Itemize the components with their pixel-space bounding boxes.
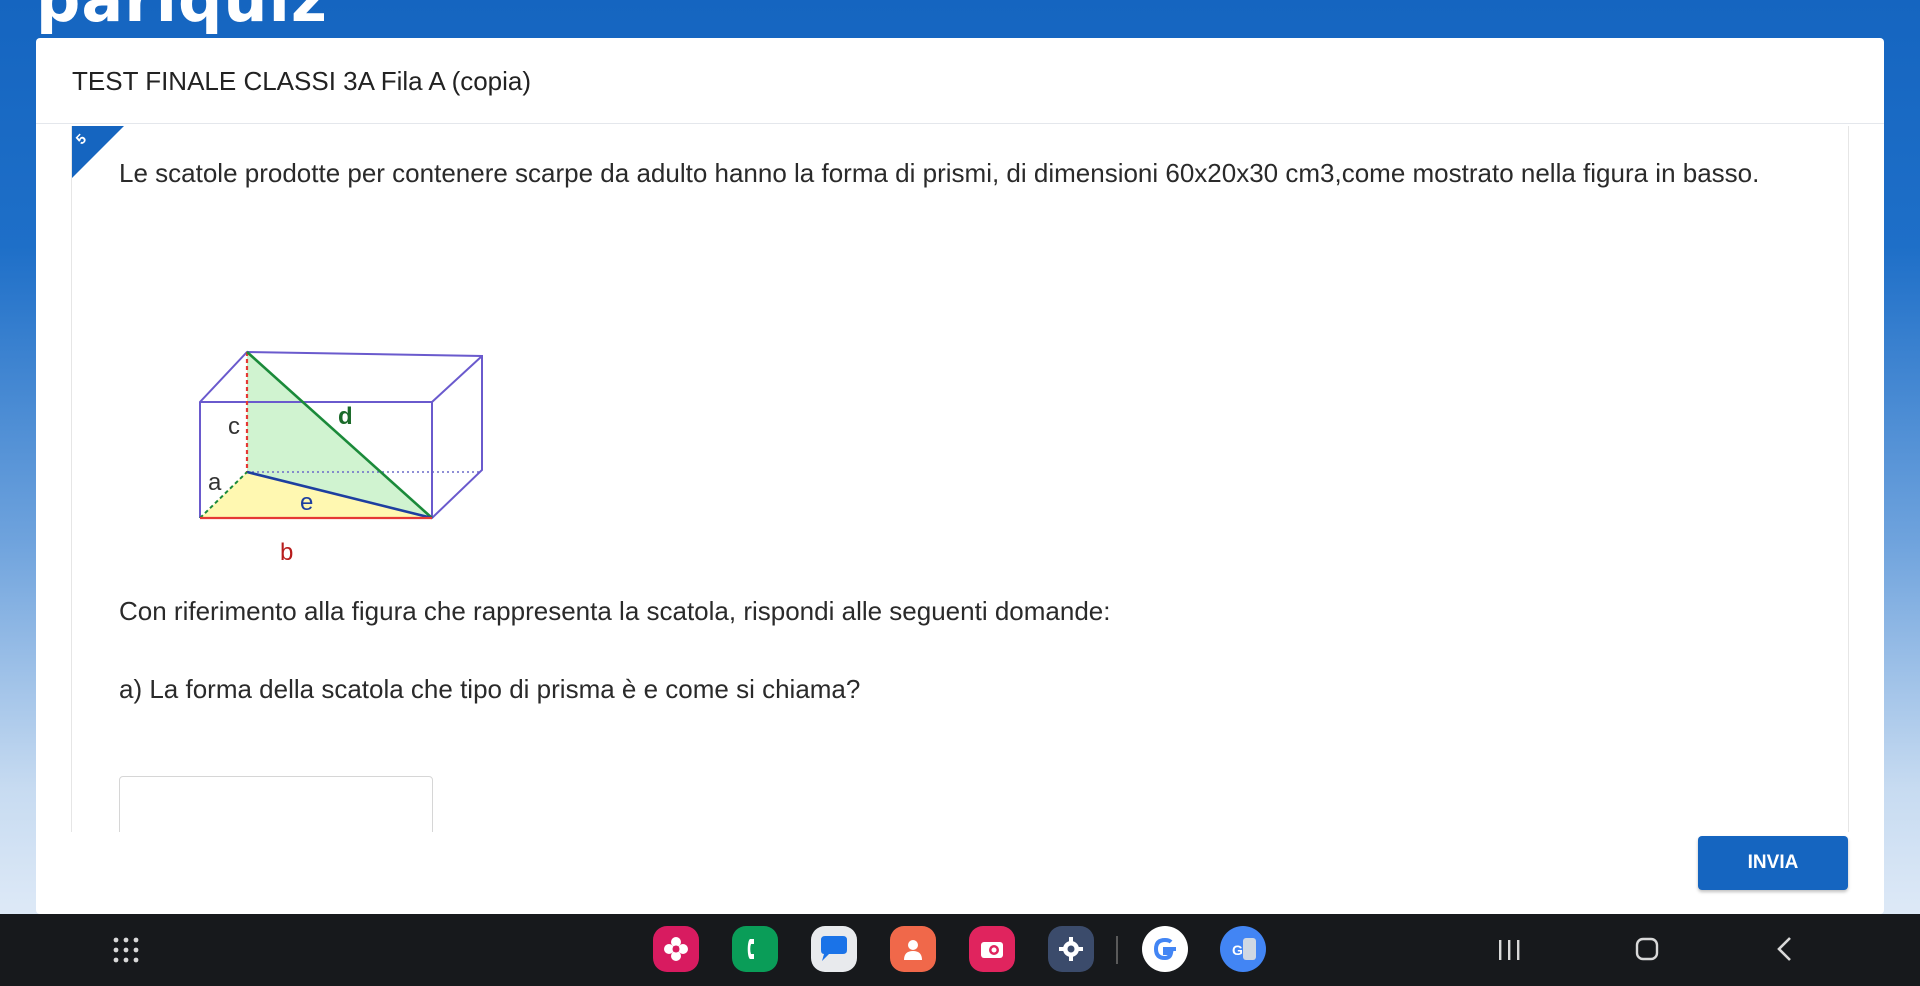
submit-button[interactable]: INVIA [1698, 836, 1848, 890]
contacts-icon[interactable] [890, 926, 936, 972]
quiz-card: TEST FINALE CLASSI 3A Fila A (copia) 5 L… [36, 38, 1884, 914]
messages-icon[interactable] [811, 926, 857, 972]
label-b: b [280, 539, 293, 566]
label-d: d [338, 403, 353, 430]
settings-icon[interactable] [1048, 926, 1094, 972]
taskbar-divider [1116, 936, 1118, 964]
prism-figure: c d a e b [199, 350, 483, 566]
label-a: a [208, 469, 222, 496]
recent-apps-icon[interactable] [1496, 938, 1522, 962]
android-taskbar: G [0, 914, 1920, 986]
question-panel[interactable]: 5 Le scatole prodotte per contenere scar… [71, 126, 1849, 832]
flower-app-icon[interactable] [653, 926, 699, 972]
label-c: c [228, 413, 240, 440]
label-e: e [300, 489, 313, 516]
app-logo: pariquiz [36, 0, 328, 31]
quiz-header: TEST FINALE CLASSI 3A Fila A (copia) [36, 38, 1884, 124]
question-instruction: Con riferimento alla figura che rapprese… [119, 596, 1111, 626]
question-text: Le scatole prodotte per contenere scarpe… [119, 158, 1760, 188]
quiz-title: TEST FINALE CLASSI 3A Fila A (copia) [72, 66, 532, 96]
answer-input[interactable] [119, 776, 433, 832]
phone-icon[interactable] [732, 926, 778, 972]
translate-icon[interactable]: G [1220, 926, 1266, 972]
home-icon[interactable] [1634, 936, 1660, 962]
back-icon[interactable] [1774, 936, 1794, 962]
app-drawer-icon[interactable] [112, 936, 140, 964]
sub-question-a: a) La forma della scatola che tipo di pr… [119, 674, 861, 704]
camera-icon[interactable] [969, 926, 1015, 972]
google-icon[interactable] [1142, 926, 1188, 972]
svg-text:G: G [1232, 942, 1243, 958]
